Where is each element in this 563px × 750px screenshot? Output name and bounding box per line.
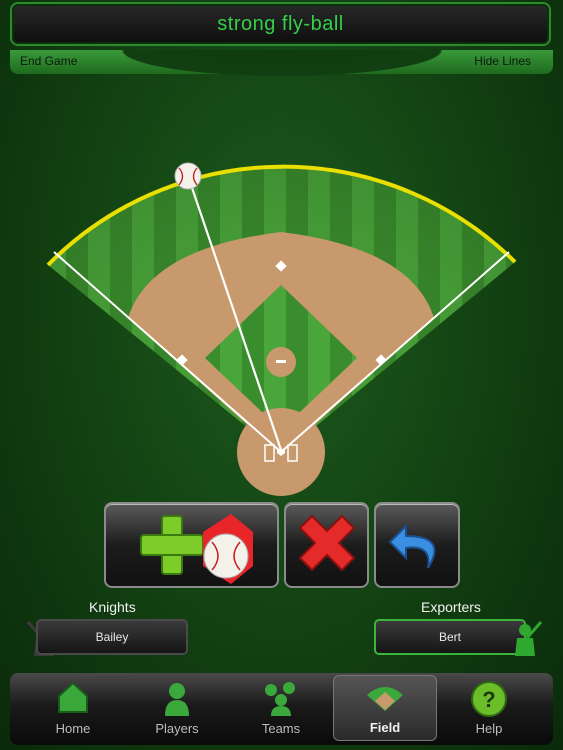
hide-lines-button[interactable]: Hide Lines	[474, 54, 531, 68]
baseball-field[interactable]	[0, 80, 563, 500]
away-team-name: Knights	[89, 599, 136, 615]
tab-help[interactable]: ? Help	[437, 675, 541, 741]
tab-field[interactable]: Field	[333, 675, 437, 741]
plus-baseball-icon	[140, 514, 253, 584]
tab-field-label: Field	[369, 720, 401, 735]
field-diagram[interactable]	[0, 80, 563, 500]
tab-teams[interactable]: Teams	[229, 675, 333, 741]
field-icon	[367, 687, 403, 711]
add-play-button[interactable]	[104, 502, 279, 588]
help-icon: ?	[471, 681, 507, 717]
sub-bar: End Game Hide Lines	[10, 50, 553, 76]
tab-home-label: Home	[55, 721, 91, 736]
home-player-selector[interactable]: Bert	[374, 619, 526, 655]
end-game-button[interactable]: End Game	[20, 54, 77, 68]
undo-arrow-icon	[388, 523, 436, 569]
red-x-icon	[298, 514, 356, 572]
home-player-name: Bert	[438, 630, 461, 644]
play-title: strong fly-ball	[217, 12, 344, 35]
team-icon	[265, 682, 295, 716]
player-icon	[165, 683, 189, 716]
sub-bar-notch	[122, 50, 442, 76]
delete-button[interactable]	[284, 502, 369, 588]
baseball-marker	[174, 162, 202, 190]
title-bar: strong fly-ball	[10, 2, 551, 46]
tab-teams-label: Teams	[261, 721, 301, 736]
tab-players[interactable]: Players	[125, 675, 229, 741]
undo-button[interactable]	[374, 502, 460, 588]
home-team-name: Exporters	[421, 599, 481, 615]
away-player-name: Bailey	[95, 630, 129, 644]
home-icon	[58, 681, 88, 713]
tab-players-label: Players	[155, 721, 199, 736]
tab-bar: Home Players Teams Field ? Help	[10, 673, 553, 745]
svg-text:?: ?	[482, 687, 495, 712]
away-player-selector[interactable]: Bailey	[36, 619, 188, 655]
tab-home[interactable]: Home	[21, 675, 125, 741]
home-batter-icon	[515, 621, 543, 656]
tab-help-label: Help	[475, 721, 503, 736]
